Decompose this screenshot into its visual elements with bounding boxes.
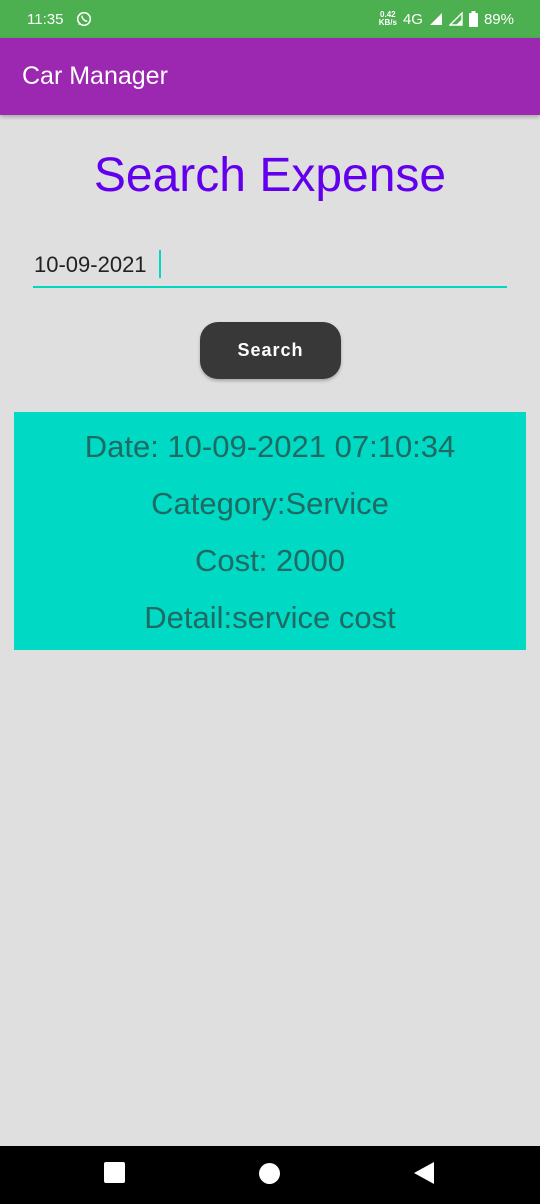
home-circle-icon[interactable] xyxy=(259,1163,280,1184)
net-speed-unit: KB/s xyxy=(378,18,397,27)
expense-result-card: Date: 10-09-2021 07:10:34 Category:Servi… xyxy=(14,412,526,650)
signal-icon xyxy=(448,12,463,26)
status-right: 0.42 KB/s 4G 89% xyxy=(379,11,514,28)
result-detail: Detail:service cost xyxy=(144,600,396,635)
signal-icon xyxy=(429,13,442,25)
date-input[interactable] xyxy=(33,244,507,288)
status-left: 11:35 xyxy=(27,11,92,28)
app-title: Car Manager xyxy=(22,62,168,90)
recents-square-icon[interactable] xyxy=(104,1162,125,1183)
net-speed: 0.42 KB/s xyxy=(379,11,397,27)
result-date: Date: 10-09-2021 07:10:34 xyxy=(84,429,456,464)
navigation-bar xyxy=(0,1146,540,1204)
battery-icon xyxy=(468,11,478,27)
back-triangle-icon[interactable] xyxy=(413,1161,435,1185)
battery-level: 89% xyxy=(483,10,514,28)
search-button[interactable]: Search xyxy=(200,322,341,379)
network-type: 4G xyxy=(402,10,423,28)
app-bar: Car Manager xyxy=(0,38,540,115)
result-category: Category:Service xyxy=(151,486,389,521)
status-bar: 11:35 0.42 KB/s 4G 89% xyxy=(0,0,540,38)
text-cursor xyxy=(159,250,161,278)
status-time: 11:35 xyxy=(27,10,64,28)
page-title: Search Expense xyxy=(93,149,447,202)
whatsapp-icon xyxy=(77,11,92,27)
result-cost: Cost: 2000 xyxy=(195,543,345,578)
